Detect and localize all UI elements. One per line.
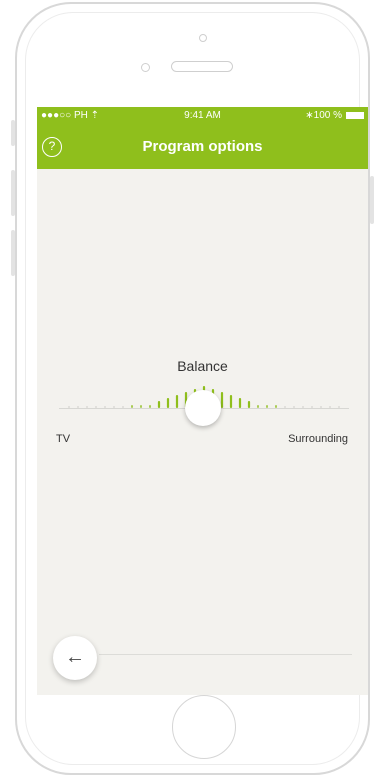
slider-tick	[238, 398, 242, 408]
slider-tick	[320, 406, 322, 408]
slider-tick	[166, 398, 170, 408]
front-camera-icon	[199, 34, 207, 42]
phone-side-button-mute	[11, 120, 15, 146]
proximity-sensor-icon	[141, 63, 150, 72]
slider-tick	[229, 395, 233, 408]
slider-tick	[338, 406, 340, 408]
slider-tick	[293, 406, 295, 408]
slider-tick	[284, 406, 286, 408]
page-title: Program options	[142, 138, 263, 155]
phone-side-button-volume-down	[11, 230, 15, 276]
slider-tick	[104, 406, 106, 408]
back-arrow-icon: ←	[65, 646, 85, 668]
slider-tick	[311, 406, 313, 408]
slider-tick	[266, 405, 268, 408]
slider-tick	[275, 405, 277, 408]
balance-slider-thumb[interactable]	[185, 390, 221, 426]
balance-right-label: Surrounding	[288, 433, 348, 445]
slider-tick	[122, 406, 124, 408]
slider-tick	[220, 392, 224, 408]
status-battery-text: ∗100 %	[305, 110, 342, 121]
slider-tick	[175, 395, 179, 408]
slider-tick	[77, 406, 79, 408]
balance-left-label: TV	[56, 433, 71, 445]
slider-tick	[329, 406, 331, 408]
status-bar: ●●●○○ PH ⇡ 9:41 AM ∗100 %	[37, 107, 368, 125]
battery-icon	[346, 112, 364, 119]
slider-tick	[86, 406, 88, 408]
bottom-divider	[99, 654, 352, 655]
slider-tick	[140, 405, 142, 408]
earpiece-speaker-icon	[171, 61, 233, 72]
slider-tick	[95, 406, 97, 408]
home-button[interactable]	[172, 695, 236, 759]
slider-tick	[157, 401, 161, 408]
slider-tick	[149, 405, 151, 408]
app-screen: ●●●○○ PH ⇡ 9:41 AM ∗100 % ? Program opti…	[37, 107, 368, 695]
slider-tick	[68, 406, 70, 408]
slider-tick	[131, 405, 133, 408]
phone-side-button-volume-up	[11, 170, 15, 216]
app-header: ? Program options	[37, 125, 368, 169]
slider-tick	[113, 406, 115, 408]
slider-tick	[257, 405, 259, 408]
slider-tick	[247, 401, 251, 408]
slider-tick	[302, 406, 304, 408]
back-button[interactable]: ←	[53, 636, 97, 680]
phone-side-button-power	[370, 176, 374, 224]
